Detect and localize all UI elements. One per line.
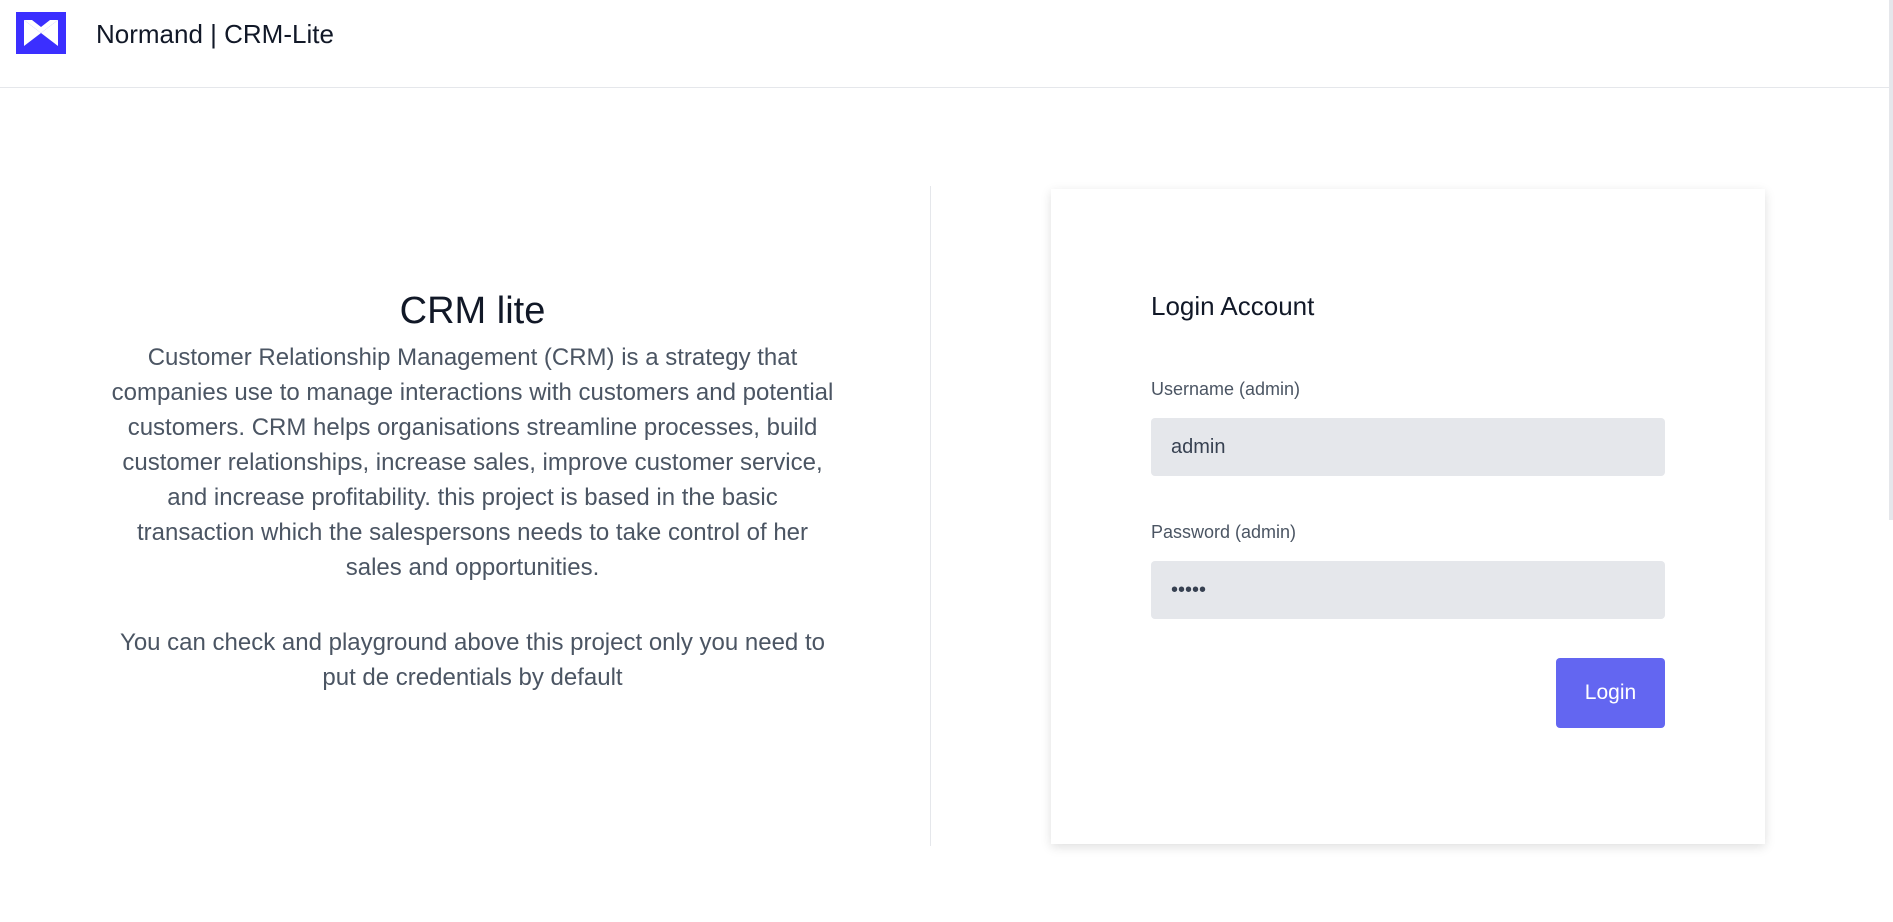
top-navbar: Normand | CRM-Lite	[0, 0, 1893, 88]
login-title: Login Account	[1151, 291, 1315, 321]
username-input[interactable]	[1151, 418, 1665, 476]
login-card: Login Account Username (admin) Password …	[1051, 189, 1765, 844]
intro-section: CRM lite Customer Relationship Managemen…	[110, 282, 835, 695]
intro-credentials-note: You can check and playground above this …	[120, 629, 825, 691]
password-input[interactable]	[1151, 561, 1665, 619]
envelope-logo-icon[interactable]	[16, 12, 66, 54]
intro-title: CRM lite	[399, 290, 546, 332]
brand-title[interactable]: Normand | CRM-Lite	[96, 18, 334, 50]
login-button[interactable]: Login	[1556, 658, 1665, 728]
vertical-scrollbar[interactable]	[1889, 0, 1893, 520]
vertical-divider	[930, 186, 931, 846]
username-label: Username (admin)	[1151, 379, 1301, 399]
password-label: Password (admin)	[1151, 522, 1297, 542]
intro-description: Customer Relationship Management (CRM) i…	[111, 344, 834, 581]
